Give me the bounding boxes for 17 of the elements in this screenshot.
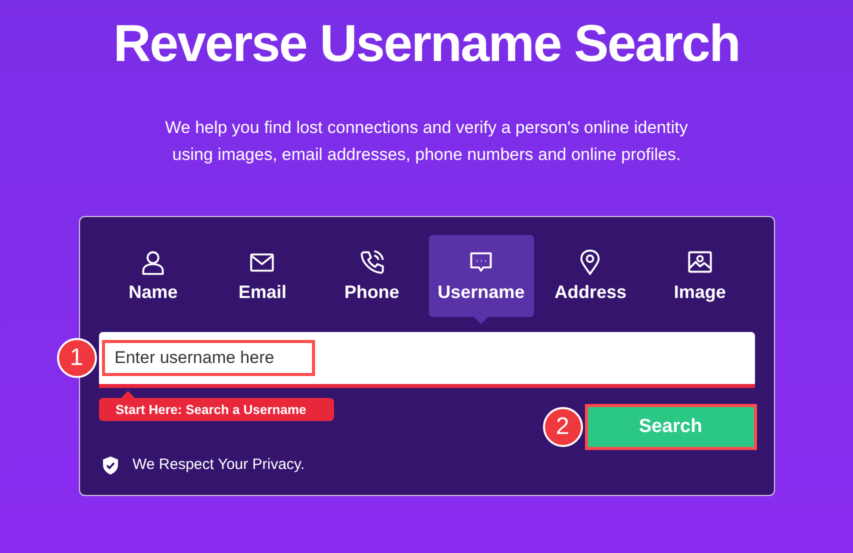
page-title: Reverse Username Search — [113, 14, 740, 75]
step-number-badge: 2 — [542, 407, 582, 447]
picture-frame-icon — [686, 249, 713, 275]
person-icon — [140, 249, 166, 275]
username-field[interactable]: Enter username here — [102, 340, 314, 376]
description-text: We help you find lost connections and verify a person's online identity using images, email addresses, phone numbers and online profiles. — [164, 117, 689, 166]
tooltip-pointer-icon — [120, 391, 134, 398]
privacy-note: We Respect Your Privacy. — [132, 455, 305, 475]
shield-check-icon — [102, 456, 118, 475]
tab-pointer-icon — [474, 317, 488, 324]
phone-icon — [358, 249, 385, 275]
step-number-badge: 1 — [56, 338, 96, 378]
search-tab[interactable]: Address — [536, 235, 646, 317]
search-tab[interactable]: Phone — [317, 235, 426, 317]
search-tab[interactable]: Name — [98, 235, 208, 317]
search-tab[interactable]: Image — [645, 235, 754, 317]
search-tab[interactable]: Email — [208, 235, 318, 317]
